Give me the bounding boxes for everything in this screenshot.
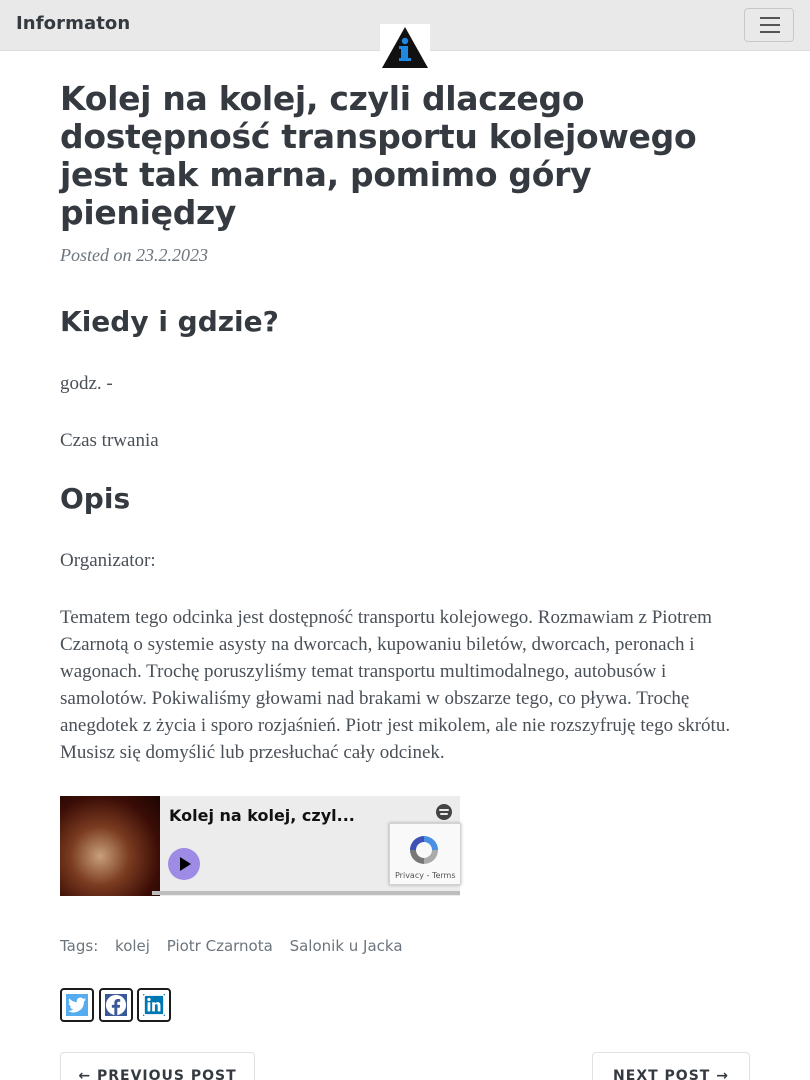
organizer-label: Organizator: [60,550,156,571]
tags-label: Tags: [60,937,99,955]
tag-link[interactable]: Salonik u Jacka [290,937,403,955]
description-body: Tematem tego odcinka jest dostępność tra… [60,607,731,763]
hamburger-menu-icon [760,17,780,19]
event-time: godz. - [60,373,113,394]
spotify-icon[interactable] [436,804,452,820]
previous-post-button[interactable]: ← PREVIOUS POST [60,1052,255,1080]
share-facebook-button[interactable] [99,988,133,1022]
site-logo[interactable] [380,24,430,70]
info-triangle-logo-icon [382,27,428,68]
next-post-button[interactable]: NEXT POST → [592,1052,750,1080]
tag-link[interactable]: kolej [115,937,150,955]
share-linkedin-button[interactable] [137,988,171,1022]
recaptcha-privacy-terms[interactable]: Privacy - Terms [395,871,456,880]
section-heading-description: Opis [60,482,131,515]
episode-artwork [60,796,160,896]
twitter-icon [66,994,88,1016]
event-duration: Czas trwania [60,430,159,451]
facebook-icon [105,994,127,1016]
tag-link[interactable]: Piotr Czarnota [167,937,273,955]
post-date: Posted on 23.2.2023 [60,245,208,265]
play-button[interactable] [168,848,200,880]
progress-bar[interactable] [152,891,460,895]
section-heading-when: Kiedy i gdzie? [60,305,279,338]
brand-link[interactable]: Informaton [16,13,130,34]
linkedin-icon [143,994,165,1016]
episode-title[interactable]: Kolej na kolej, czyl... [169,806,355,825]
post-title: Kolej na kolej, czyli dlaczego dostępnoś… [60,79,697,232]
menu-toggle-button[interactable] [744,8,794,42]
share-twitter-button[interactable] [60,988,94,1022]
recaptcha-badge[interactable]: Privacy - Terms [389,823,461,885]
recaptcha-icon [410,836,438,864]
tag-list: Tags: kolej Piotr Czarnota Salonik u Jac… [60,937,403,955]
